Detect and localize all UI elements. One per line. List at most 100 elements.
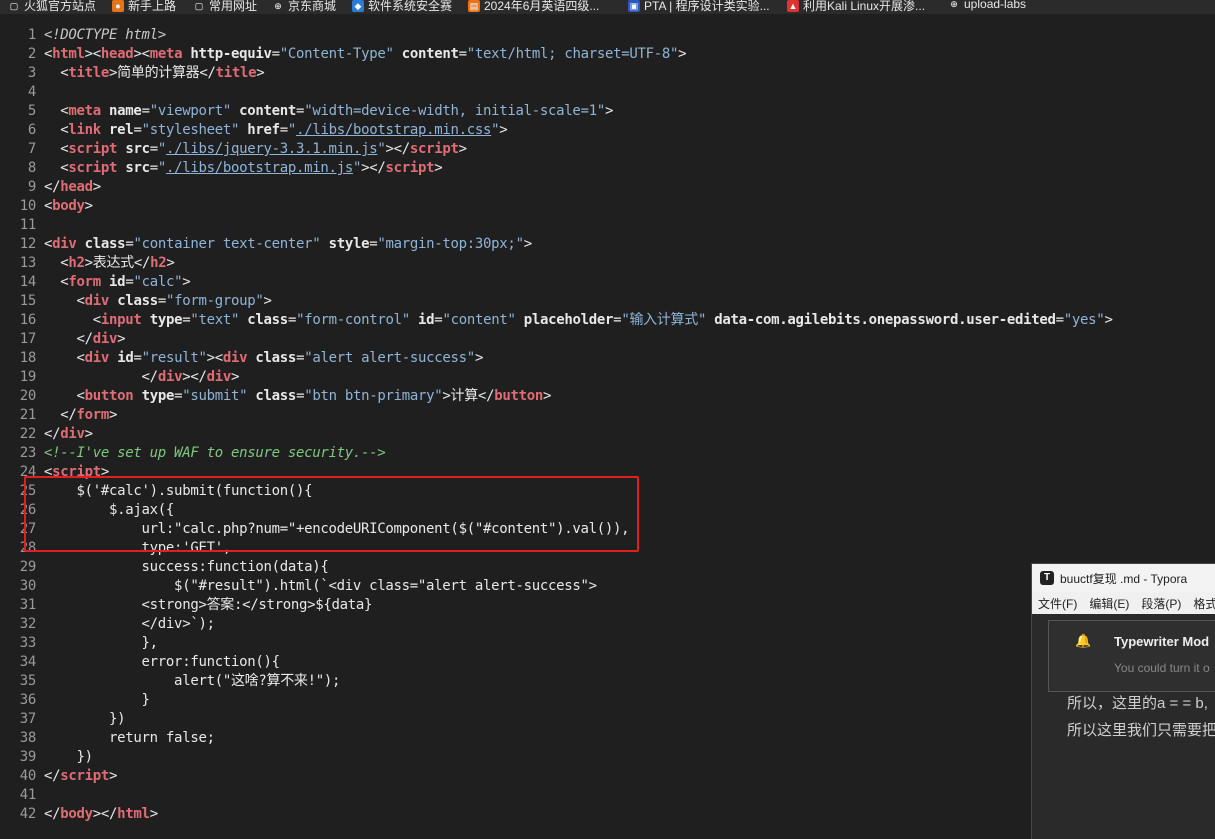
bell-icon: 🔔 [1075, 633, 1092, 648]
code-line: 22 </div> [0, 425, 1215, 444]
code-token[interactable]: ./libs/jquery-3.3.1.min.js [166, 141, 378, 157]
code-token: > [84, 198, 93, 214]
code-token: "stylesheet" [141, 122, 240, 138]
line-number: 10 [19, 198, 37, 214]
line-number: 13 [19, 255, 37, 271]
code-token: </ [44, 426, 61, 442]
code-token: >< [206, 350, 224, 366]
bookmark-item[interactable]: ⊕ 京东商城 [272, 0, 336, 14]
code-token: <!--I've set up WAF to ensure security.-… [44, 445, 386, 461]
code-token: div [92, 331, 118, 347]
code-token: > [542, 388, 552, 404]
bookmark-label: PTA | 程序设计类实验... [644, 0, 770, 13]
code-token: script [52, 464, 101, 480]
code-token: > [256, 65, 265, 81]
code-token: </ [44, 407, 77, 423]
code-token: "Content-Type" [279, 46, 394, 62]
line-number: 9 [27, 179, 36, 195]
code-token: html [117, 806, 150, 822]
code-token: script [60, 768, 110, 784]
menu-paragraph[interactable]: 段落(P) [1141, 595, 1181, 612]
code-token: div [60, 426, 85, 442]
code-token: style [328, 236, 370, 252]
code-token: button [494, 388, 543, 404]
typora-window[interactable]: T buuctf复现 .md - Typora 文件(F) 编辑(E) 段落(P… [1031, 563, 1215, 839]
code-token[interactable]: ./libs/bootstrap.min.css [296, 122, 491, 138]
code-token: = [157, 293, 166, 309]
line-number: 42 [19, 806, 37, 822]
code-token: < [44, 141, 69, 157]
line-number: 15 [19, 293, 37, 309]
code-token: < [44, 103, 69, 119]
code-line: 17 </div> [0, 330, 1215, 349]
code-token: h2 [68, 255, 85, 271]
bookmark-item[interactable]: ◆ 软件系统安全赛 [352, 0, 452, 14]
bookmark-item[interactable]: ▤ 2024年6月英语四级... [468, 0, 599, 14]
code-token: class [117, 293, 158, 309]
typora-paragraph-2[interactable]: 所以这里我们只需要把 [1067, 719, 1215, 740]
menu-format[interactable]: 格式 [1193, 595, 1215, 612]
bookmark-label: 火狐官方站点 [24, 0, 97, 13]
code-token: div [206, 369, 232, 385]
code-token: type [149, 312, 183, 328]
typora-titlebar[interactable]: T buuctf复现 .md - Typora [1032, 564, 1215, 592]
typora-paragraph-1[interactable]: 所以，这里的a = = b, [1067, 692, 1208, 713]
line-number: 2 [27, 46, 36, 62]
code-line: 9 </head> [0, 178, 1215, 197]
line-number: 4 [27, 84, 36, 100]
bookmark-item[interactable]: ▢ 常用网址 [193, 0, 257, 14]
line-number: 12 [19, 236, 37, 252]
code-token: < [44, 255, 69, 271]
code-line: 21 </form> [0, 406, 1215, 425]
code-token: link [68, 122, 101, 138]
pta-icon: ▣ [628, 0, 640, 12]
menu-file[interactable]: 文件(F) [1038, 595, 1077, 612]
code-line: 18 <div id="result"><div class="alert al… [0, 349, 1215, 368]
bookmark-item[interactable]: ▣ PTA | 程序设计类实验... [628, 0, 770, 14]
code-token: > [263, 293, 272, 309]
line-number: 37 [19, 711, 37, 727]
bookmark-item[interactable]: ▲ 利用Kali Linux开展渗... [787, 0, 925, 14]
code-token: > [499, 122, 508, 138]
code-token: = [133, 122, 142, 138]
code-token: </ [44, 179, 61, 195]
line-number: 23 [19, 445, 37, 461]
line-number: 32 [19, 616, 37, 632]
typewriter-mode-notice[interactable]: 🔔 Typewriter Mod You could turn it o [1048, 620, 1215, 692]
code-token: >表达式</ [84, 255, 151, 271]
code-line: 16 <input type="text" class="form-contro… [0, 311, 1215, 330]
bookmark-item[interactable]: ▢ 火狐官方站点 [8, 0, 96, 14]
line-number: 3 [27, 65, 36, 81]
code-line: 27 url:"calc.php?num="+encodeURIComponen… [0, 520, 1215, 539]
line-number: 16 [19, 312, 37, 328]
bookmark-item[interactable]: ⊕ upload-labs [948, 0, 1026, 11]
code-token: http-equiv [190, 46, 272, 62]
code-token: ></ [361, 160, 386, 176]
doc-icon: ▤ [468, 0, 480, 12]
menu-edit[interactable]: 编辑(E) [1089, 595, 1129, 612]
globe-icon: ⊕ [272, 0, 284, 12]
line-number: 27 [19, 521, 37, 537]
code-token: < [44, 312, 101, 328]
line-number: 18 [19, 350, 37, 366]
code-token: = [133, 350, 142, 366]
code-token: "calc" [133, 274, 183, 290]
line-number: 7 [27, 141, 36, 157]
code-token: html [52, 46, 85, 62]
code-token: "输入计算式" [621, 312, 707, 328]
bookmark-item[interactable]: ● 新手上路 [112, 0, 176, 14]
line-number: 36 [19, 692, 37, 708]
code-token: ></ [385, 141, 410, 157]
code-token: head [60, 179, 93, 195]
code-token: script [409, 141, 459, 157]
code-token: $("#result").html(`<div class="alert ale… [44, 578, 597, 594]
code-token[interactable]: ./libs/bootstrap.min.js [166, 160, 353, 176]
code-token: > [92, 179, 101, 195]
code-token: body [52, 198, 85, 214]
code-token: script [385, 160, 435, 176]
